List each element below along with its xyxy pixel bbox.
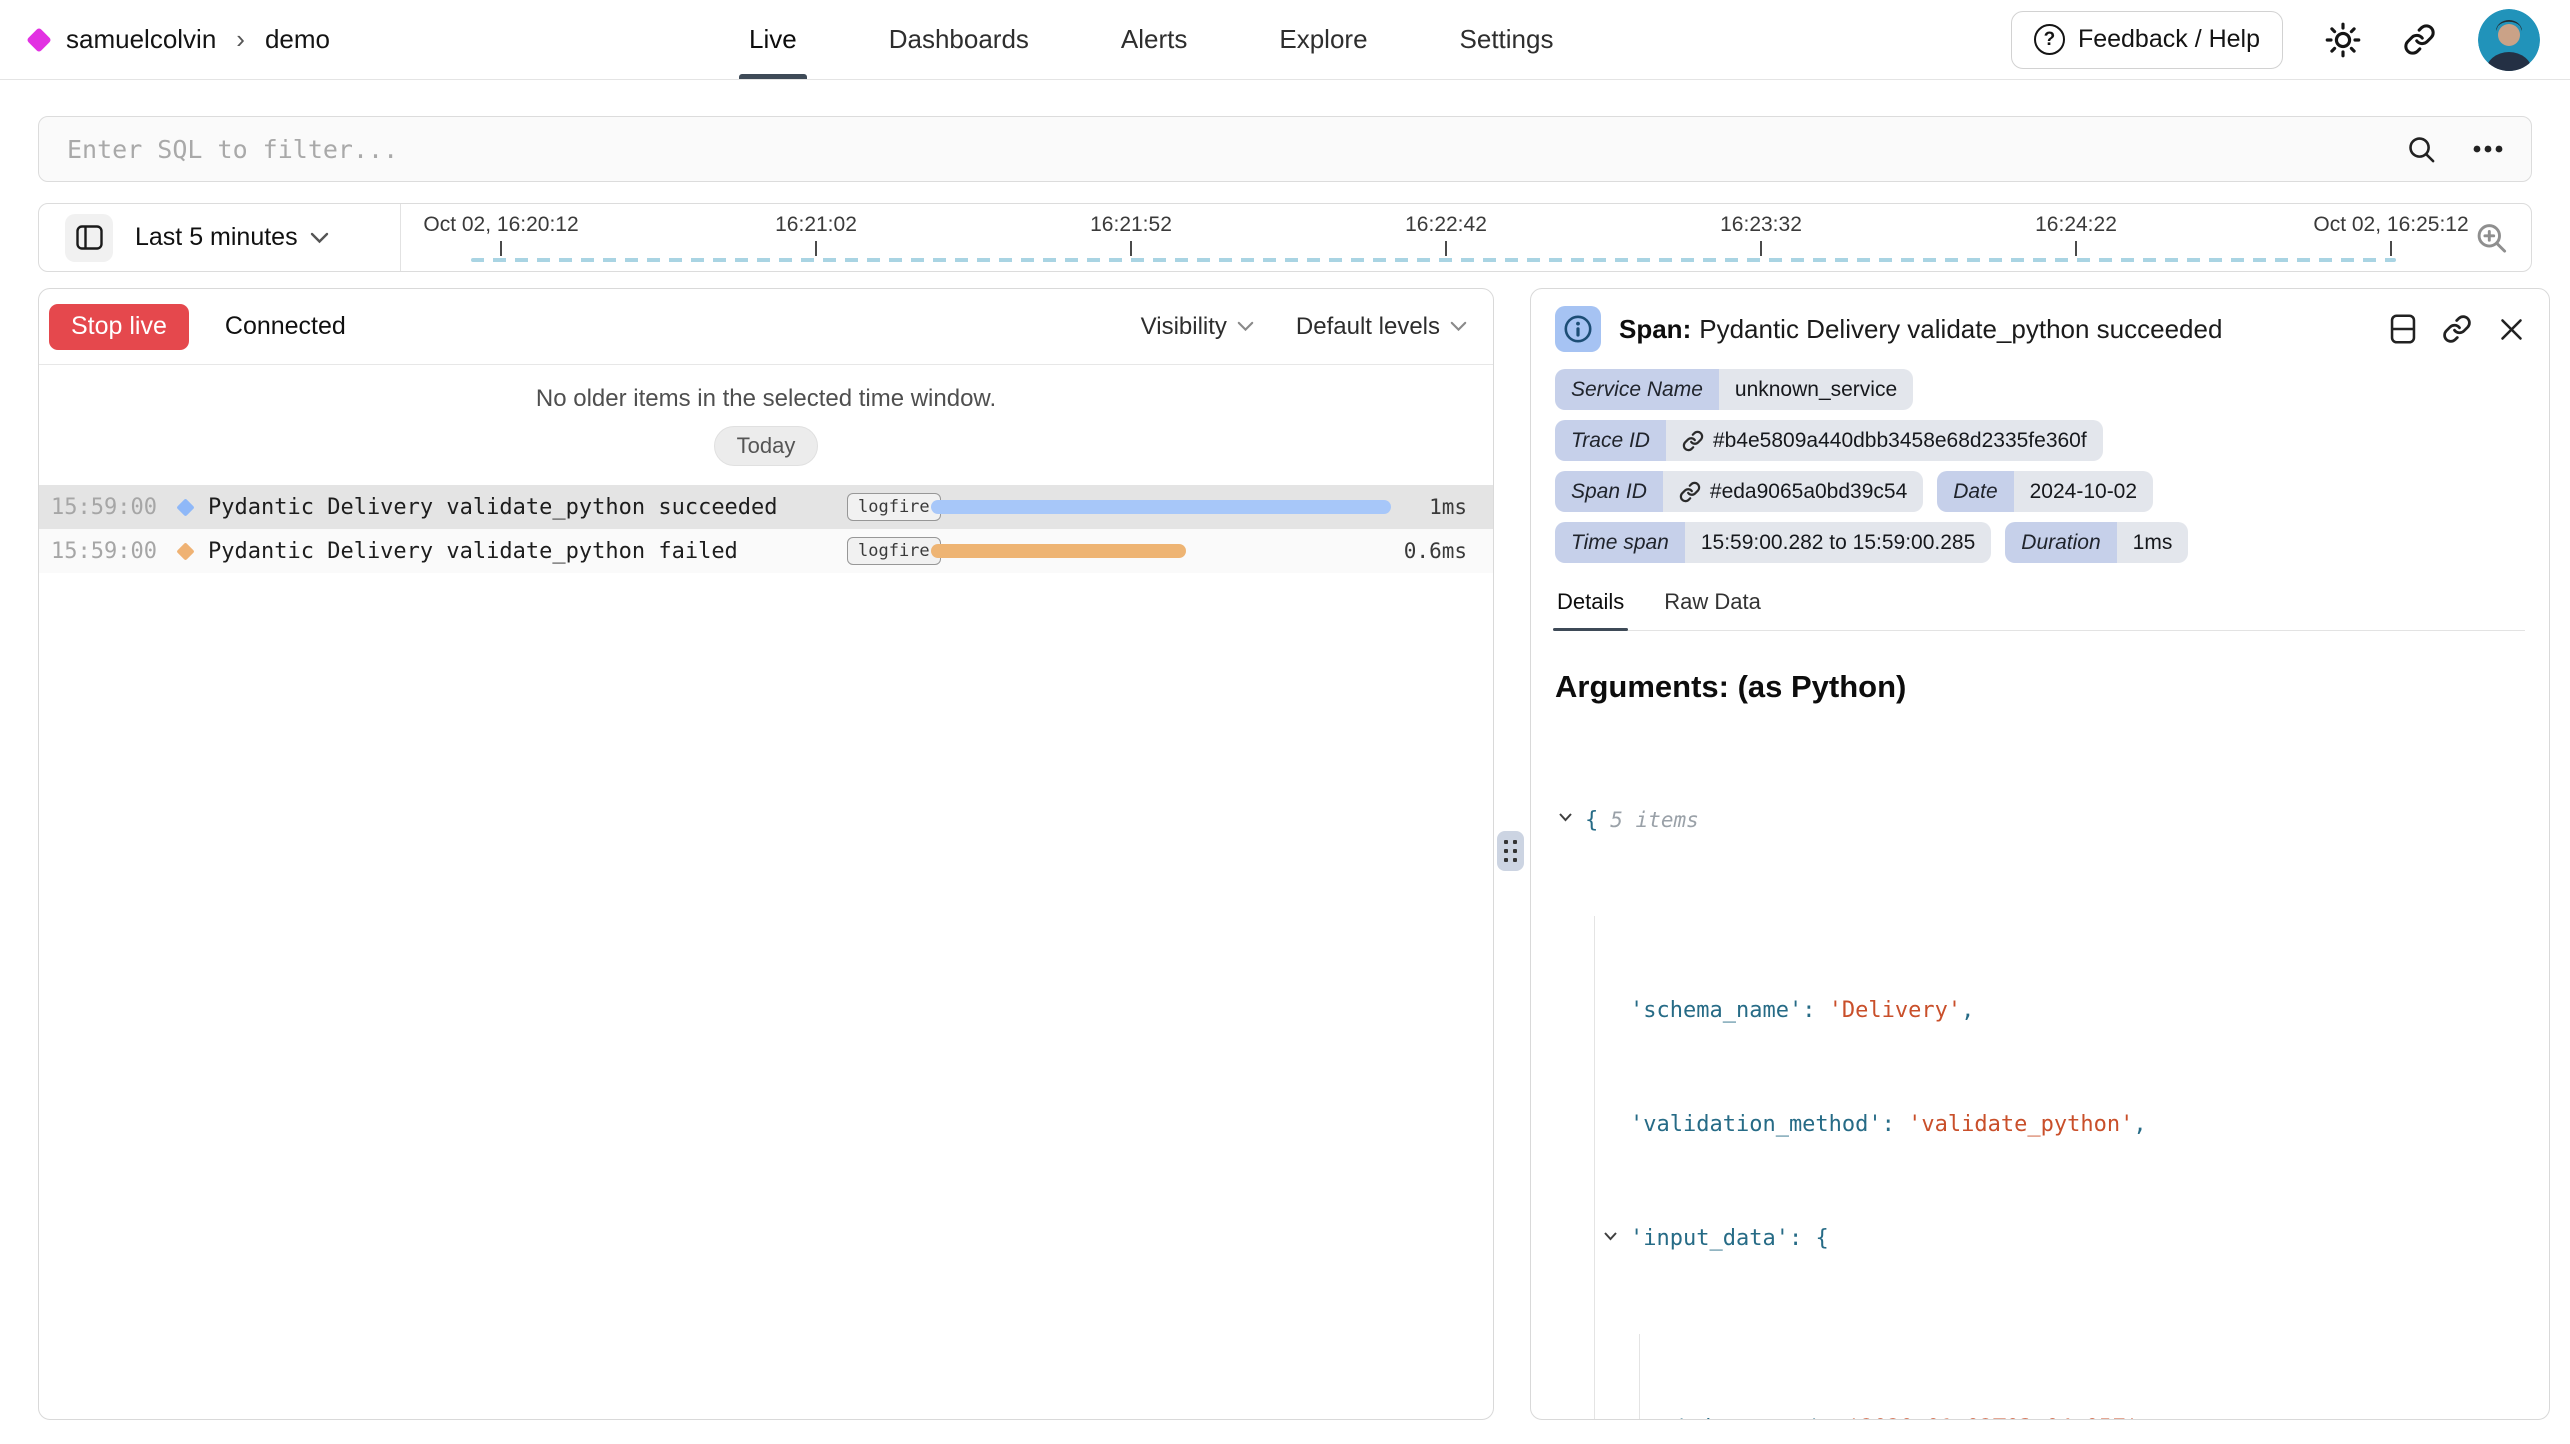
chevron-down-icon — [310, 232, 329, 244]
grip-dots-icon — [1504, 840, 1517, 862]
timeline-tick-label: 16:24:22 — [2035, 213, 2117, 237]
info-level-diamond-icon — [176, 498, 194, 516]
breadcrumb[interactable]: samuelcolvin › demo — [30, 0, 330, 79]
row-duration: 0.6ms — [1404, 539, 1467, 563]
row-timestamp: 15:59:00 — [51, 495, 173, 520]
timeline-activity-dashes[interactable] — [471, 258, 2396, 262]
close-icon[interactable] — [2498, 316, 2525, 343]
date-chip[interactable]: Today — [714, 426, 819, 466]
tab-explore[interactable]: Explore — [1279, 0, 1367, 79]
timeline-tick-mark — [815, 241, 817, 256]
visibility-dropdown[interactable]: Visibility — [1141, 313, 1254, 341]
top-header: samuelcolvin › demo Live Dashboards Aler… — [0, 0, 2570, 80]
trace-id-badge: Trace ID #b4e5809a440dbb3458e68d2335fe36… — [1555, 420, 2103, 461]
breadcrumb-separator: › — [236, 24, 245, 55]
split-view-icon[interactable] — [2390, 314, 2416, 344]
scope-badge[interactable]: logfire — [847, 537, 941, 565]
empty-window-notice: No older items in the selected time wind… — [39, 385, 1493, 413]
scope-badge[interactable]: logfire — [847, 493, 941, 521]
span-title: Span:Pydantic Delivery validate_python s… — [1619, 314, 2222, 345]
main-nav: Live Dashboards Alerts Explore Settings — [749, 0, 1553, 79]
log-row-succeeded[interactable]: 15:59:00 Pydantic Delivery validate_pyth… — [39, 485, 1493, 529]
tab-settings[interactable]: Settings — [1460, 0, 1554, 79]
log-rows: 15:59:00 Pydantic Delivery validate_pyth… — [39, 485, 1493, 573]
help-circle-icon: ? — [2034, 24, 2065, 55]
chevron-down-icon — [1237, 321, 1254, 332]
service-name-badge: Service Name unknown_service — [1555, 369, 1913, 410]
zoom-in-icon[interactable] — [2474, 220, 2509, 255]
project-name[interactable]: demo — [265, 24, 330, 55]
search-icon[interactable] — [2406, 134, 2437, 165]
tab-raw-data[interactable]: Raw Data — [1662, 579, 1763, 630]
sql-filter-bar — [38, 116, 2532, 182]
header-actions: ? Feedback / Help — [2011, 0, 2540, 79]
tab-dashboards[interactable]: Dashboards — [889, 0, 1029, 79]
timeline-tick-mark — [2075, 241, 2077, 256]
span-id-badge: Span ID #eda9065a0bd39c54 — [1555, 471, 1923, 512]
link-icon[interactable] — [1682, 430, 1704, 452]
duration-bar — [931, 500, 1391, 514]
timeline-tick-mark — [2390, 241, 2392, 256]
span-detail-header: Span:Pydantic Delivery validate_python s… — [1555, 289, 2525, 369]
row-timestamp: 15:59:00 — [51, 539, 173, 564]
tab-details[interactable]: Details — [1555, 579, 1626, 630]
detail-tabs: Details Raw Data — [1555, 579, 2525, 631]
share-link-icon[interactable] — [2403, 23, 2436, 56]
time-range-bar: Last 5 minutes Oct 02, 16:20:12 16:21:02… — [38, 203, 2532, 272]
time-range-selector[interactable]: Last 5 minutes — [135, 223, 329, 252]
arguments-heading: Arguments: (as Python) — [1555, 669, 2525, 705]
time-span-badge: Time span 15:59:00.282 to 15:59:00.285 — [1555, 522, 1991, 563]
log-row-failed[interactable]: 15:59:00 Pydantic Delivery validate_pyth… — [39, 529, 1493, 573]
collapse-chevron-icon[interactable] — [1558, 812, 1573, 822]
timeline-tick-mark — [1760, 241, 1762, 256]
timeline-tick-label: Oct 02, 16:25:12 — [2313, 213, 2468, 237]
arguments-python-tree: {5 items 'schema_name': 'Delivery', 'val… — [1555, 725, 2525, 1420]
theme-toggle-sun-icon[interactable] — [2325, 22, 2361, 58]
default-levels-dropdown[interactable]: Default levels — [1296, 313, 1467, 341]
timeline-tick-label: 16:21:52 — [1090, 213, 1172, 237]
sql-filter-input[interactable] — [67, 135, 2370, 164]
duration-badge: Duration 1ms — [2005, 522, 2188, 563]
sidebar-toggle-icon[interactable] — [65, 214, 113, 262]
row-duration: 1ms — [1429, 495, 1467, 519]
logfire-app: samuelcolvin › demo Live Dashboards Aler… — [0, 0, 2570, 1444]
user-avatar[interactable] — [2478, 9, 2540, 71]
timeline-tick-label: 16:21:02 — [775, 213, 857, 237]
chevron-down-icon — [1450, 321, 1467, 332]
panel-resize-handle[interactable] — [1497, 831, 1524, 871]
live-panel-header: Stop live Connected Visibility Default l… — [39, 289, 1493, 365]
span-detail-panel: Span:Pydantic Delivery validate_python s… — [1530, 288, 2550, 1420]
duration-bar — [931, 544, 1186, 558]
logfire-logo-icon — [26, 27, 51, 52]
date-badge: Date 2024-10-02 — [1937, 471, 2153, 512]
timeline-tick-label: 16:22:42 — [1405, 213, 1487, 237]
timeline-tick-label: Oct 02, 16:20:12 — [423, 213, 578, 237]
info-icon — [1555, 306, 1601, 352]
org-name[interactable]: samuelcolvin — [66, 24, 216, 55]
timeline-tick-label: 16:23:32 — [1720, 213, 1802, 237]
timeline-tick-mark — [1445, 241, 1447, 256]
collapse-chevron-icon[interactable] — [1603, 1231, 1618, 1241]
tab-alerts[interactable]: Alerts — [1121, 0, 1187, 79]
warn-level-diamond-icon — [176, 542, 194, 560]
timeline-tick-mark — [500, 241, 502, 256]
connection-status: Connected — [225, 312, 346, 341]
more-options-icon[interactable] — [2473, 145, 2503, 153]
time-range-controls: Last 5 minutes — [39, 204, 401, 271]
row-message: Pydantic Delivery validate_python failed — [208, 539, 738, 564]
row-message: Pydantic Delivery validate_python succee… — [208, 495, 778, 520]
tab-live[interactable]: Live — [749, 0, 797, 79]
feedback-help-button[interactable]: ? Feedback / Help — [2011, 11, 2283, 69]
timeline-tick-mark — [1130, 241, 1132, 256]
live-panel: Stop live Connected Visibility Default l… — [38, 288, 1494, 1420]
stop-live-button[interactable]: Stop live — [49, 304, 189, 350]
link-icon[interactable] — [1679, 481, 1701, 503]
copy-link-icon[interactable] — [2442, 314, 2472, 344]
